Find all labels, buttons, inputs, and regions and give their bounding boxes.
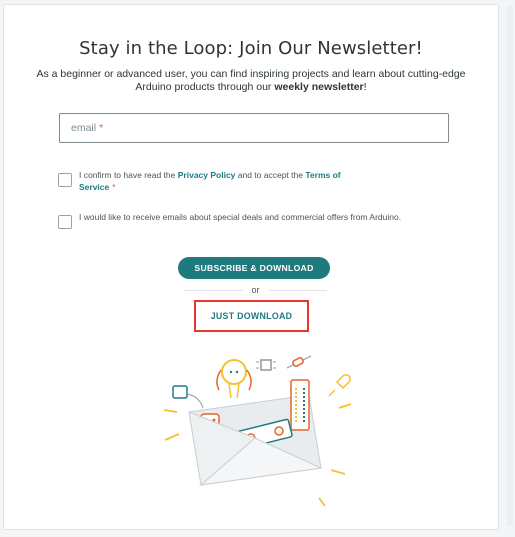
privacy-text-2: and to accept the <box>235 170 306 180</box>
privacy-policy-link[interactable]: Privacy Policy <box>178 170 236 180</box>
privacy-checkbox[interactable] <box>58 173 72 187</box>
divider-line-right <box>268 289 328 291</box>
or-label: or <box>251 285 260 295</box>
email-placeholder: email <box>71 122 97 134</box>
offers-consent-label: I would like to receive emails about spe… <box>79 212 402 222</box>
just-download-button[interactable]: JUST DOWNLOAD <box>194 300 309 332</box>
offers-checkbox[interactable] <box>58 215 72 229</box>
envelope-illustration <box>163 355 352 507</box>
resistor-icon <box>286 355 312 369</box>
lightbulb-icon <box>216 359 252 399</box>
newsletter-title: Stay in the Loop: Join Our Newsletter! <box>79 38 423 59</box>
subtitle-bold: weekly newsletter <box>274 81 364 93</box>
board-icon <box>290 379 310 431</box>
newsletter-card: Stay in the Loop: Join Our Newsletter! A… <box>3 4 499 530</box>
scrollbar[interactable] <box>507 6 513 526</box>
newsletter-subtitle: As a beginner or advanced user, you can … <box>24 68 478 94</box>
email-field[interactable]: email * <box>59 113 449 143</box>
led-icon <box>328 374 351 397</box>
offers-consent-row: I would like to receive emails about spe… <box>58 211 409 229</box>
privacy-text-1: I confirm to have read the <box>79 170 178 180</box>
privacy-consent-label: I confirm to have read the Privacy Polic… <box>79 169 379 193</box>
chip-icon <box>256 359 276 371</box>
or-divider: or <box>184 284 328 296</box>
privacy-consent-row: I confirm to have read the Privacy Polic… <box>58 169 379 193</box>
required-mark: * <box>99 122 104 134</box>
divider-line-left <box>184 289 243 291</box>
subtitle-end: ! <box>363 81 367 93</box>
subtitle-text: As a beginner or advanced user, you can … <box>36 68 466 93</box>
required-mark: * <box>112 182 116 192</box>
subscribe-download-button[interactable]: SUBSCRIBE & DOWNLOAD <box>178 257 330 279</box>
sensor-icon <box>172 385 204 409</box>
